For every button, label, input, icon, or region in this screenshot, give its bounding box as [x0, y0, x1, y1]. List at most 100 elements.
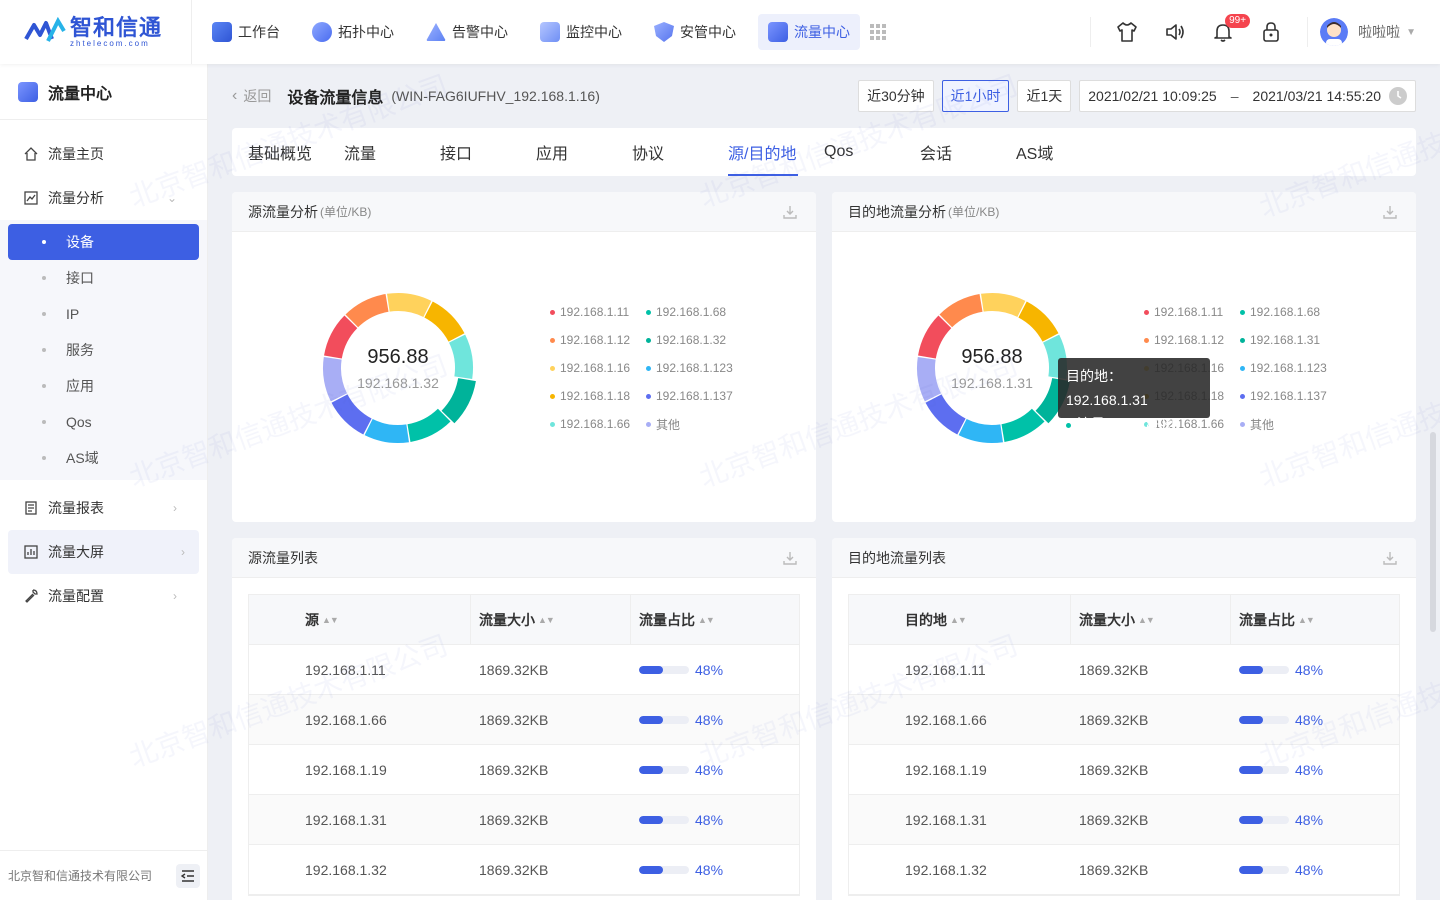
column-header-pct[interactable]: 流量占比 ▲▼: [631, 595, 799, 644]
sidebar-item-analysis[interactable]: 流量分析 ⌄: [0, 176, 199, 220]
tab-session[interactable]: 会话: [920, 128, 1016, 176]
table-row[interactable]: 192.168.1.11 1869.32KB 48%: [249, 645, 799, 695]
column-header-pct[interactable]: 流量占比 ▲▼: [1231, 595, 1399, 644]
src-donut-chart[interactable]: 956.88 192.168.1.32: [320, 290, 476, 446]
nav-workbench[interactable]: 工作台: [202, 14, 290, 50]
legend-dot: [646, 393, 651, 399]
collapse-sidebar-icon[interactable]: [176, 864, 200, 888]
main-nav: 工作台 拓扑中心 告警中心 监控中心 安管中心 流量中心: [202, 14, 886, 50]
column-header-src[interactable]: 源 ▲▼: [249, 595, 471, 644]
page-header: ‹ 返回 设备流量信息 (WIN-FAG6IUFHV_192.168.1.16) …: [232, 78, 1416, 114]
logo-text: 智和信通: [70, 15, 163, 40]
column-header-size[interactable]: 流量大小 ▲▼: [1071, 595, 1231, 644]
range-end: 2021/03/21 14:55:20: [1252, 88, 1381, 104]
table-row[interactable]: 192.168.1.31 1869.32KB 48%: [849, 795, 1399, 845]
cell-size: 1869.32KB: [479, 861, 549, 878]
legend-item[interactable]: 192.168.1.31: [1240, 332, 1336, 348]
nav-monitor[interactable]: 监控中心: [530, 14, 632, 50]
legend-item[interactable]: 其他: [1240, 416, 1336, 432]
user-menu[interactable]: 啦啦啦 ▼: [1320, 18, 1440, 46]
legend-item[interactable]: 192.168.1.12: [1144, 332, 1240, 348]
legend-item[interactable]: 192.168.1.66: [550, 416, 646, 432]
time-1hour-button[interactable]: 近1小时: [941, 80, 1010, 112]
dst-donut-chart[interactable]: 956.88 192.168.1.31: [914, 290, 1070, 446]
logo[interactable]: 智和信通 zhtelecom.com: [0, 0, 192, 64]
tab-overview[interactable]: 基础概览: [248, 128, 344, 176]
table-row[interactable]: 192.168.1.11 1869.32KB 48%: [849, 645, 1399, 695]
table-row[interactable]: 192.168.1.19 1869.32KB 48%: [849, 745, 1399, 795]
skin-icon[interactable]: [1103, 8, 1151, 56]
download-icon[interactable]: [1382, 550, 1398, 566]
time-30min-button[interactable]: 近30分钟: [858, 80, 934, 112]
sidebar-item-screen[interactable]: 流量大屏 ›: [8, 530, 199, 574]
lock-icon[interactable]: [1247, 8, 1295, 56]
tab-application[interactable]: 应用: [536, 128, 632, 176]
app-grid-icon[interactable]: [870, 24, 886, 40]
nav-topology[interactable]: 拓扑中心: [302, 14, 404, 50]
legend-item[interactable]: 192.168.1.123: [646, 360, 742, 376]
column-header-dst[interactable]: 目的地 ▲▼: [849, 595, 1071, 644]
download-icon[interactable]: [782, 550, 798, 566]
nav-security[interactable]: 安管中心: [644, 14, 746, 50]
legend-item[interactable]: 192.168.1.12: [550, 332, 646, 348]
legend-item[interactable]: 192.168.1.16: [550, 360, 646, 376]
src-table: 源 ▲▼ 流量大小 ▲▼ 流量占比 ▲▼ 192.168.1.11 1869.32KB 4…: [248, 594, 800, 896]
legend-item[interactable]: 192.168.1.68: [1240, 304, 1336, 320]
chevron-right-icon: ›: [173, 589, 177, 603]
table-row[interactable]: 192.168.1.32 1869.32KB 48%: [849, 845, 1399, 895]
logo-domain: zhtelecom.com: [70, 39, 150, 48]
column-header-size[interactable]: 流量大小 ▲▼: [471, 595, 631, 644]
sidebar-subitem-device[interactable]: 设备: [8, 224, 199, 260]
tab-src-dst[interactable]: 源/目的地: [728, 128, 824, 176]
table-row[interactable]: 192.168.1.66 1869.32KB 48%: [249, 695, 799, 745]
legend-item[interactable]: 192.168.1.11: [1144, 304, 1240, 320]
table-row[interactable]: 192.168.1.19 1869.32KB 48%: [249, 745, 799, 795]
table-row[interactable]: 192.168.1.66 1869.32KB 48%: [849, 695, 1399, 745]
download-icon[interactable]: [782, 204, 798, 220]
date-range-picker[interactable]: 2021/02/21 10:09:25 – 2021/03/21 14:55:2…: [1079, 80, 1416, 112]
sidebar-item-report[interactable]: 流量报表 ›: [0, 486, 199, 530]
sidebar-subitem-qos[interactable]: Qos: [8, 404, 199, 440]
legend-item[interactable]: 192.168.1.137: [646, 388, 742, 404]
monitor-icon: [540, 22, 560, 42]
cell-pct: 48%: [1231, 795, 1399, 844]
sidebar-subitem-as[interactable]: AS域: [8, 440, 199, 476]
legend-item[interactable]: 192.168.1.11: [550, 304, 646, 320]
sidebar-item-config[interactable]: 流量配置 ›: [0, 574, 199, 618]
time-1day-button[interactable]: 近1天: [1017, 80, 1072, 112]
legend-item[interactable]: 192.168.1.68: [646, 304, 742, 320]
sidebar-subitem-ip[interactable]: IP: [8, 296, 199, 332]
nav-alert[interactable]: 告警中心: [416, 14, 518, 50]
sidebar-subitem-interface[interactable]: 接口: [8, 260, 199, 296]
legend-item[interactable]: 192.168.1.123: [1240, 360, 1336, 376]
download-icon[interactable]: [1382, 204, 1398, 220]
legend-item[interactable]: 192.168.1.137: [1240, 388, 1336, 404]
legend-dot: [550, 393, 555, 399]
legend-item[interactable]: 192.168.1.18: [550, 388, 646, 404]
chart-tooltip: 目的地：192.168.1.31 流量：956.88KB: [1058, 358, 1210, 432]
tab-interface[interactable]: 接口: [440, 128, 536, 176]
sidebar-subitem-app[interactable]: 应用: [8, 368, 199, 404]
table-row[interactable]: 192.168.1.32 1869.32KB 48%: [249, 845, 799, 895]
bell-icon[interactable]: 99+: [1199, 8, 1251, 56]
tab-protocol[interactable]: 协议: [632, 128, 728, 176]
scrollbar-thumb[interactable]: [1430, 432, 1436, 632]
legend-dot: [646, 365, 651, 371]
back-button[interactable]: ‹ 返回: [232, 86, 271, 106]
table-row[interactable]: 192.168.1.31 1869.32KB 48%: [249, 795, 799, 845]
legend-item[interactable]: 其他: [646, 416, 742, 432]
sidebar-subitem-service[interactable]: 服务: [8, 332, 199, 368]
chevron-right-icon: ›: [173, 501, 177, 515]
cell-ip: 192.168.1.19: [905, 761, 987, 778]
speaker-icon[interactable]: [1151, 8, 1199, 56]
nav-traffic[interactable]: 流量中心: [758, 14, 860, 50]
chevron-down-icon: ⌄: [166, 191, 177, 205]
legend-item[interactable]: 192.168.1.32: [646, 332, 742, 348]
tab-qos[interactable]: Qos: [824, 128, 920, 176]
sidebar-item-home[interactable]: 流量主页: [0, 132, 199, 176]
donut-center-value: 956.88: [961, 345, 1023, 368]
progress-bar: [1239, 715, 1289, 724]
progress-bar: [639, 665, 689, 674]
tab-traffic[interactable]: 流量: [344, 128, 440, 176]
tab-as[interactable]: AS域: [1016, 128, 1112, 176]
